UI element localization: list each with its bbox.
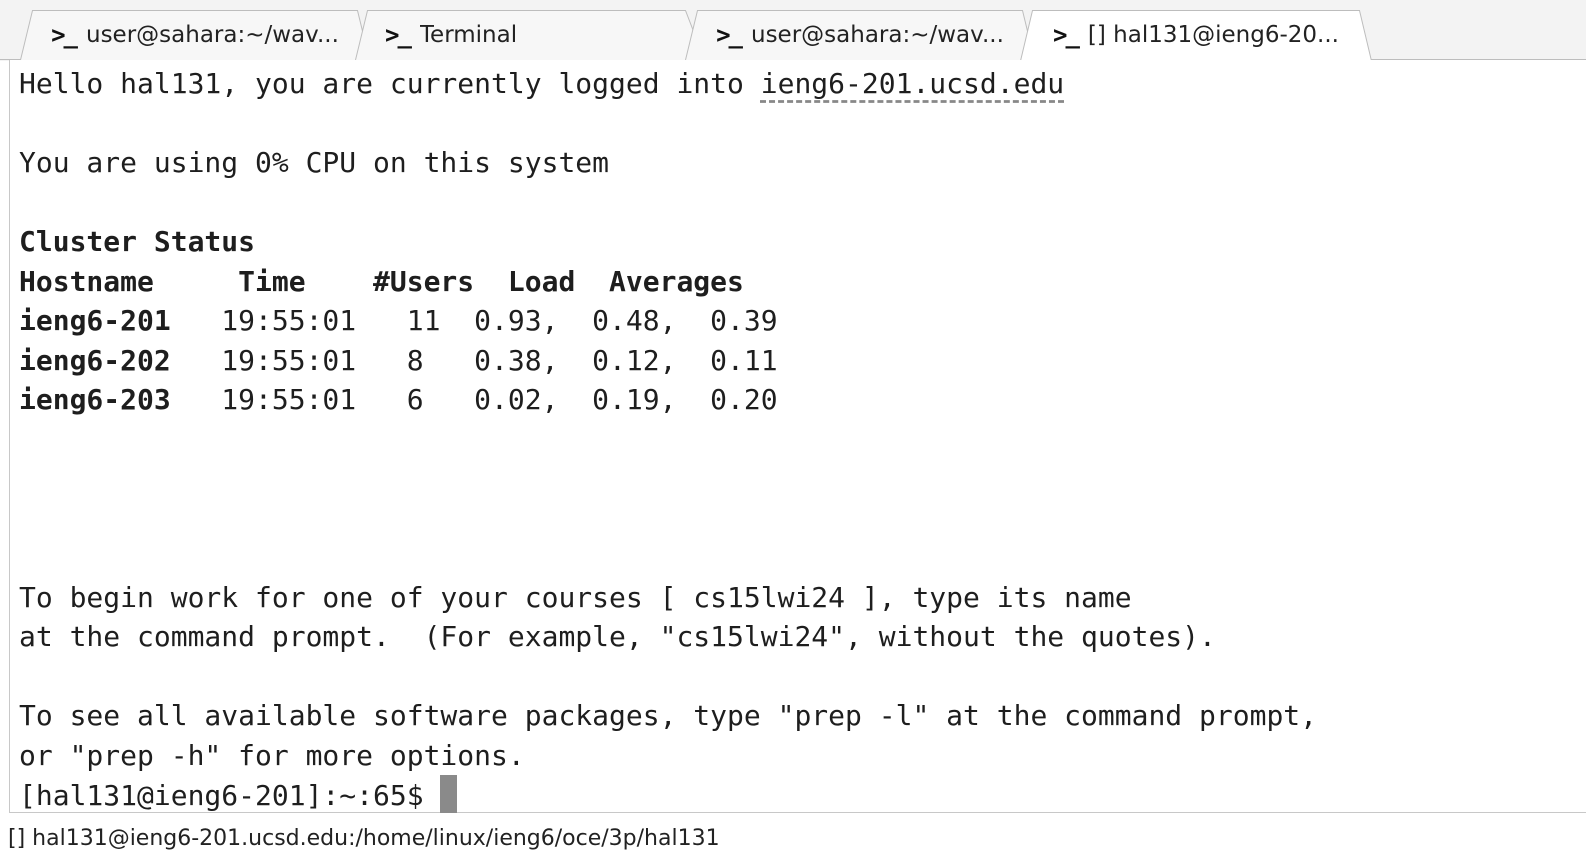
- greeting-text: Hello hal131, you are currently logged i…: [19, 67, 761, 100]
- courses-instruction-line: To begin work for one of your courses [ …: [19, 580, 1132, 614]
- tab-label: user@sahara:~/wav...: [751, 22, 1004, 48]
- host-name: ieng6-201: [19, 304, 171, 337]
- host-name: ieng6-203: [19, 383, 171, 416]
- hostname-link[interactable]: ieng6-201.ucsd.edu: [761, 67, 1064, 100]
- text-cursor[interactable]: [440, 775, 458, 813]
- tab-label: [] hal131@ieng6-20...: [1087, 22, 1339, 48]
- software-instruction-line: To see all available software packages, …: [19, 699, 1318, 732]
- host-stats: 19:55:01 6 0.02, 0.19, 0.20: [170, 383, 778, 416]
- tab-user-sahara-2[interactable]: >_ user@sahara:~/wav...: [685, 10, 1035, 60]
- host-stats: 19:55:01 8 0.38, 0.12, 0.11: [170, 343, 778, 377]
- terminal-prompt-icon: >_: [385, 21, 412, 49]
- terminal-prompt-icon: >_: [716, 21, 743, 49]
- tab-terminal[interactable]: >_ Terminal: [355, 10, 705, 60]
- host-name: ieng6-202: [19, 343, 171, 377]
- shell-prompt: [hal131@ieng6-201]:~:65$: [19, 779, 441, 812]
- terminal-prompt-icon: >_: [1053, 21, 1080, 49]
- tab-label: Terminal: [419, 22, 518, 48]
- status-bar-path: [] hal131@ieng6-201.ucsd.edu:/home/linux…: [8, 826, 720, 851]
- cpu-usage-line: You are using 0% CPU on this system: [19, 146, 610, 179]
- tab-label: user@sahara:~/wav...: [86, 22, 339, 48]
- status-bar: [] hal131@ieng6-201.ucsd.edu:/home/linux…: [0, 816, 1586, 858]
- tab-user-sahara-1[interactable]: >_ user@sahara:~/wav...: [20, 10, 370, 60]
- tab-hal131-ieng6-active[interactable]: >_ [] hal131@ieng6-20...: [1020, 10, 1372, 61]
- terminal-view[interactable]: Hello hal131, you are currently logged i…: [9, 60, 1586, 813]
- host-stats: 19:55:01 11 0.93, 0.48, 0.39: [170, 304, 778, 337]
- cluster-status-title: Cluster Status: [19, 225, 256, 258]
- software-instruction-line: or "prep -h" for more options.: [19, 738, 525, 772]
- terminal-prompt-icon: >_: [51, 21, 78, 49]
- tab-bar: >_ user@sahara:~/wav... >_ Terminal >_ u…: [0, 0, 1586, 61]
- terminal-output: Hello hal131, you are currently logged i…: [19, 64, 1317, 816]
- courses-instruction-line: at the command prompt. (For example, "cs…: [19, 620, 1216, 653]
- cluster-table-header: Hostname Time #Users Load Averages: [19, 264, 744, 298]
